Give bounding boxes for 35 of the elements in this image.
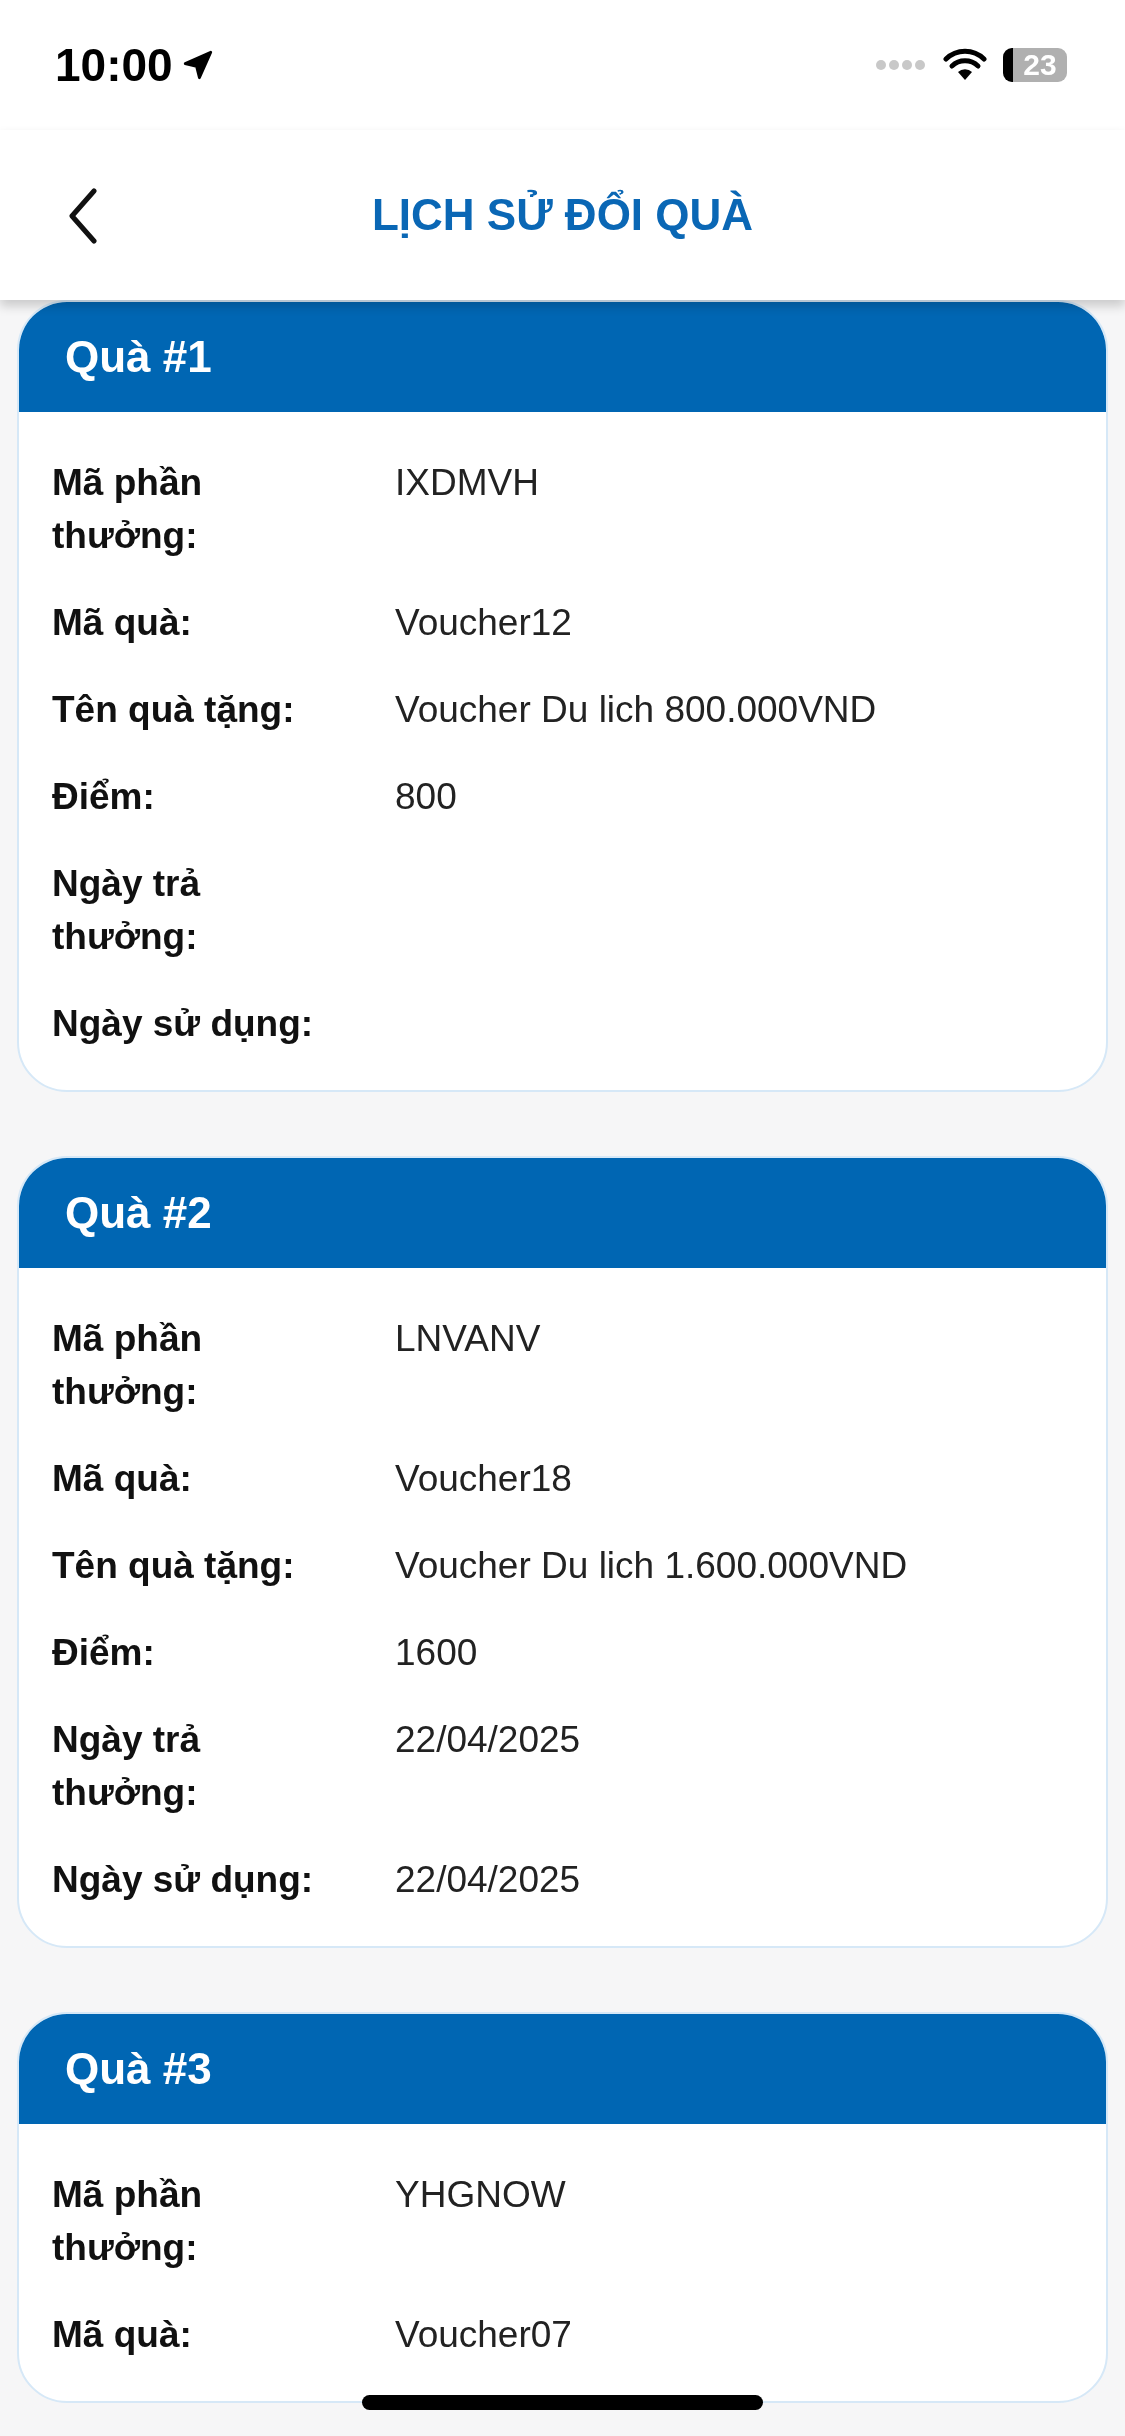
field-label: Mã phần thưởng: — [52, 1317, 204, 1414]
gift-title: Quà #1 — [65, 332, 212, 382]
field-value: Voucher07 — [395, 2313, 572, 2357]
status-time: 10:00 — [55, 38, 173, 92]
field-label: Tên quà tặng: — [52, 688, 296, 732]
field-value: LNVANV — [395, 1317, 541, 1361]
field-value: Voucher Du lich 800.000VND — [395, 688, 877, 732]
field-value: YHGNOW — [395, 2173, 566, 2217]
field-value: Voucher Du lich 1.600.000VND — [395, 1544, 908, 1588]
field-label: Mã phần thưởng: — [52, 461, 204, 558]
field-label: Tên quà tặng: — [52, 1544, 296, 1588]
back-icon[interactable] — [68, 188, 98, 244]
field-label: Mã quà: — [52, 601, 193, 645]
field-label: Điểm: — [52, 1631, 156, 1675]
field-label: Mã quà: — [52, 2313, 193, 2357]
field-label: Ngày sử dụng: — [52, 1002, 315, 1046]
field-value: 1600 — [395, 1631, 478, 1675]
field-label: Ngày trả thưởng: — [52, 1718, 202, 1815]
gift-title: Quà #3 — [65, 2044, 212, 2094]
wifi-icon — [943, 48, 987, 82]
field-value: Voucher18 — [395, 1457, 572, 1501]
field-label: Điểm: — [52, 775, 156, 819]
gift-title: Quà #2 — [65, 1188, 212, 1238]
page-title: LỊCH SỬ ĐỔI QUÀ — [371, 190, 754, 240]
battery-icon: 23 — [1003, 48, 1067, 82]
field-value: 22/04/2025 — [395, 1858, 581, 1902]
field-label: Mã phần thưởng: — [52, 2173, 204, 2270]
field-label: Ngày trả thưởng: — [52, 862, 202, 959]
field-value: Voucher12 — [395, 601, 572, 645]
signal-icon — [875, 59, 927, 71]
field-label: Ngày sử dụng: — [52, 1858, 315, 1902]
field-value: IXDMVH — [395, 461, 539, 505]
field-value: 800 — [395, 775, 457, 819]
field-label: Mã quà: — [52, 1457, 193, 1501]
field-value: 22/04/2025 — [395, 1718, 581, 1762]
